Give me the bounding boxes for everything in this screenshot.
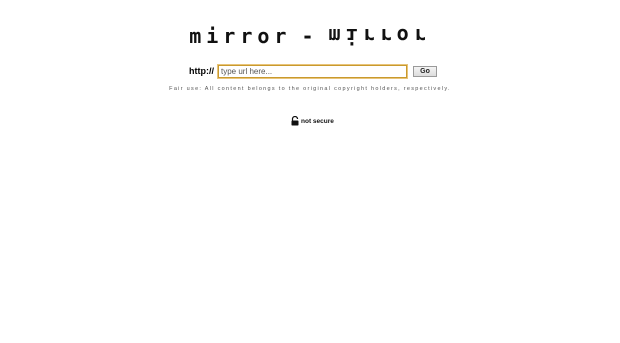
- logo-separator: -: [301, 24, 319, 48]
- go-button[interactable]: Go: [413, 65, 437, 77]
- url-prefix-label: http://: [189, 66, 214, 76]
- site-logo: mirror - mirror: [0, 24, 620, 48]
- logo-mirrored-text: mirror: [328, 24, 431, 48]
- security-status: not secure: [291, 116, 334, 126]
- unlocked-padlock-icon: [291, 116, 299, 126]
- fair-use-disclaimer: Fair use: All content belongs to the ori…: [169, 86, 451, 92]
- page: mirror-mirror http:// Go Fair use: All c…: [0, 0, 620, 343]
- logo-left-text: mirror: [189, 24, 292, 48]
- security-status-label: not secure: [301, 117, 334, 125]
- url-form: http:// Go: [189, 64, 437, 78]
- url-input[interactable]: [218, 64, 407, 78]
